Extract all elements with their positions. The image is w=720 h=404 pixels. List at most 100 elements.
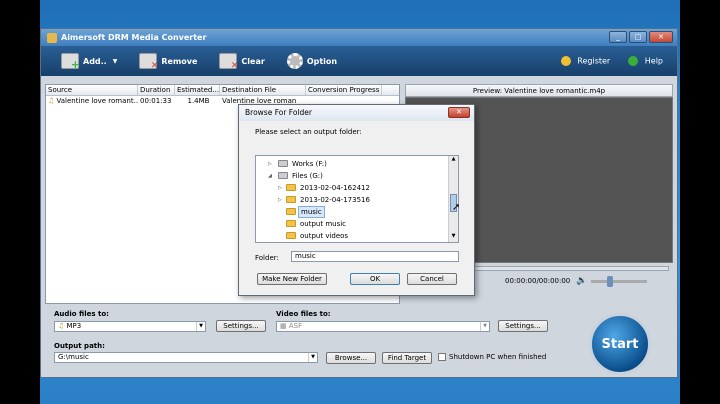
tree-item-label: output music [300, 220, 347, 228]
col-progress[interactable]: Conversion Progress [306, 85, 382, 95]
expand-icon[interactable]: ▷ [278, 182, 282, 194]
tree-item[interactable]: output videos [256, 230, 458, 242]
start-button[interactable]: Start [589, 313, 651, 375]
video-settings-button[interactable]: Settings... [498, 320, 548, 332]
drive-icon [278, 160, 288, 167]
folder-icon [286, 196, 296, 203]
option-label: Option [306, 56, 338, 66]
toolbar: Add.. ▼ Remove Clear Option Register Hel… [41, 46, 677, 76]
col-duration[interactable]: Duration [138, 85, 175, 95]
help-label: Help [644, 56, 663, 66]
folder-name-input[interactable]: music [291, 251, 459, 262]
maximize-button[interactable]: □ [629, 31, 647, 43]
browse-folder-dialog: Browse For Folder ✕ Please select an out… [238, 104, 475, 296]
clear-button[interactable]: Clear [219, 53, 265, 71]
video-files-label: Video files to: [276, 310, 331, 318]
volume-icon[interactable]: 🔉 [576, 276, 587, 286]
music-note-icon: ♫ [58, 322, 67, 330]
output-path-label: Output path: [54, 342, 105, 350]
tree-item-label: music [298, 206, 325, 218]
film-icon: ▦ [280, 322, 289, 330]
folder-icon [286, 184, 296, 191]
audio-format-select[interactable]: ♫ MP3 ▼ [54, 321, 206, 332]
collapse-icon[interactable]: ◢ [268, 170, 272, 182]
col-destination[interactable]: Destination File [220, 85, 306, 95]
find-target-button[interactable]: Find Target [382, 352, 432, 364]
letterbox-right [680, 0, 720, 404]
audio-files-label: Audio files to: [54, 310, 109, 318]
scroll-up-icon[interactable]: ▲ [449, 156, 458, 165]
col-estimated[interactable]: Estimated... [175, 85, 220, 95]
dialog-close-button[interactable]: ✕ [448, 107, 470, 118]
chevron-down-icon[interactable]: ▼ [196, 322, 205, 331]
shutdown-option[interactable]: Shutdown PC when finished [438, 353, 546, 361]
app-icon [47, 32, 57, 43]
option-button[interactable]: Option [286, 53, 338, 69]
video-format-value: ASF [288, 322, 303, 330]
title-bar: Aimersoft DRM Media Converter _ □ ✕ [41, 29, 677, 46]
output-path-input[interactable]: G:\music ▼ [54, 352, 318, 363]
time-readout: 00:00:00/00:00:00 [505, 277, 571, 285]
register-link[interactable]: Register [560, 56, 610, 66]
window-title: Aimersoft DRM Media Converter [61, 33, 207, 42]
folder-tree[interactable]: ▷ Works (F:) ◢ Files (G:) ▷ 2013-02-04-1… [255, 155, 459, 243]
folder-icon [286, 220, 296, 227]
tree-item-selected[interactable]: music [256, 206, 458, 218]
letterbox-left [0, 0, 40, 404]
help-icon [628, 56, 639, 66]
shutdown-checkbox[interactable] [438, 353, 446, 361]
tree-item[interactable]: ▷ 2013-02-04-162412 [256, 182, 458, 194]
chevron-down-icon[interactable]: ▼ [480, 322, 489, 331]
clear-label: Clear [241, 56, 265, 66]
ok-button[interactable]: OK [350, 273, 400, 285]
gear-icon [286, 53, 303, 69]
remove-label: Remove [161, 56, 198, 66]
tree-item[interactable]: ◢ Files (G:) [256, 170, 458, 182]
audio-format-value: MP3 [66, 322, 82, 330]
audio-settings-button[interactable]: Settings... [216, 320, 266, 332]
volume-knob[interactable] [607, 275, 614, 287]
source-text: Valentine love romant... [56, 97, 138, 105]
volume-slider[interactable] [591, 275, 648, 287]
remove-button[interactable]: Remove [139, 53, 198, 71]
add-label: Add.. [83, 56, 107, 66]
mouse-cursor-icon: ➚ [452, 202, 461, 213]
video-format-select[interactable]: ▦ ASF ▼ [276, 321, 490, 332]
add-button[interactable]: Add.. ▼ [61, 53, 118, 71]
expand-icon[interactable]: ▷ [278, 194, 282, 206]
shutdown-label: Shutdown PC when finished [449, 353, 547, 361]
dialog-title-bar: Browse For Folder ✕ [239, 105, 474, 121]
output-path-value: G:\music [58, 353, 89, 361]
minimize-button[interactable]: _ [609, 31, 627, 43]
preview-title: Preview: Valentine love romantic.m4p [405, 84, 673, 97]
music-note-icon: ♫ [48, 97, 57, 105]
key-icon [560, 56, 571, 66]
tree-item[interactable]: ▷ 2013-02-04-173516 [256, 194, 458, 206]
start-label: Start [601, 336, 639, 352]
help-link[interactable]: Help [628, 56, 663, 66]
col-source[interactable]: Source [46, 85, 138, 95]
dialog-prompt: Please select an output folder: [255, 128, 362, 136]
add-file-icon [61, 53, 80, 71]
dialog-title: Browse For Folder [245, 108, 312, 117]
tree-scrollbar[interactable]: ▲ ▼ [448, 156, 458, 242]
tree-item[interactable]: output music [256, 218, 458, 230]
folder-label: Folder: [255, 254, 279, 262]
cell-size: 1.4MB [187, 97, 210, 105]
chevron-down-icon[interactable]: ▼ [308, 353, 317, 362]
close-button[interactable]: ✕ [649, 31, 673, 43]
clear-list-icon [219, 53, 238, 71]
tree-item-label: 2013-02-04-173516 [300, 196, 370, 204]
folder-name-value: music [295, 252, 316, 260]
tree-item-label: Works (F:) [292, 160, 327, 168]
tree-item[interactable]: ▷ Works (F:) [256, 158, 458, 170]
cancel-button[interactable]: Cancel [407, 273, 457, 285]
folder-icon [286, 232, 296, 239]
drive-icon [278, 172, 288, 179]
chevron-down-icon[interactable]: ▼ [113, 58, 118, 65]
browse-button[interactable]: Browse... [326, 352, 376, 364]
cell-duration: 00:01:33 [140, 97, 172, 105]
make-new-folder-button[interactable]: Make New Folder [257, 273, 327, 285]
expand-icon[interactable]: ▷ [268, 158, 272, 170]
scroll-down-icon[interactable]: ▼ [449, 233, 458, 242]
